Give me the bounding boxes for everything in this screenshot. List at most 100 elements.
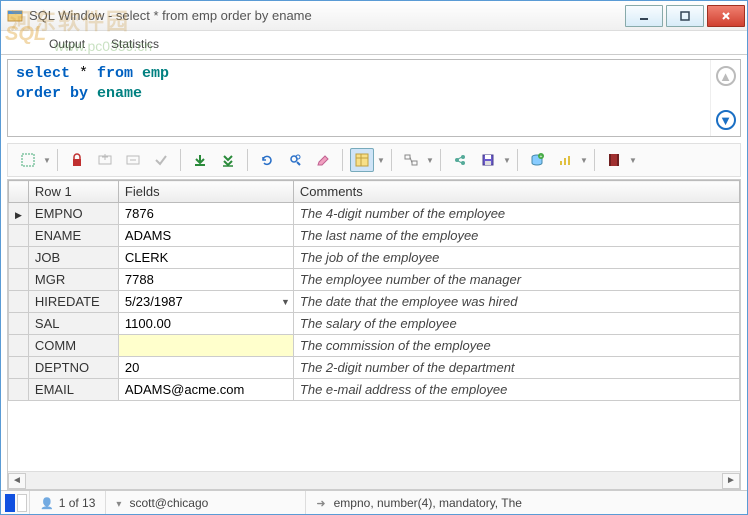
field-name-cell[interactable]: EMAIL — [28, 379, 118, 401]
export-icon[interactable] — [448, 148, 472, 172]
field-name-cell[interactable]: HIREDATE — [28, 291, 118, 313]
results-grid: Row 1 Fields Comments EMPNO7876The 4-dig… — [7, 179, 741, 490]
horizontal-scrollbar[interactable]: ◄ ► — [8, 471, 740, 489]
table-row[interactable]: JOBCLERKThe job of the employee — [9, 247, 740, 269]
field-name-cell[interactable]: EMPNO — [28, 203, 118, 225]
clear-icon[interactable] — [311, 148, 335, 172]
status-record-count: 1 of 13 — [30, 491, 106, 514]
row-marker[interactable] — [9, 225, 29, 247]
field-value-cell[interactable]: 5/23/1987▼ — [118, 291, 293, 313]
row-marker[interactable] — [9, 203, 29, 225]
field-name-cell[interactable]: COMM — [28, 335, 118, 357]
row-marker[interactable] — [9, 313, 29, 335]
status-column-info: empno, number(4), mandatory, The — [306, 491, 747, 514]
row-marker[interactable] — [9, 357, 29, 379]
refresh-icon[interactable] — [255, 148, 279, 172]
comment-cell: The job of the employee — [293, 247, 739, 269]
status-indicator-white — [17, 494, 27, 512]
comment-cell: The e-mail address of the employee — [293, 379, 739, 401]
select-icon[interactable] — [16, 148, 40, 172]
field-name-cell[interactable]: MGR — [28, 269, 118, 291]
results-toolbar: ▼ ▼ ▼ ▼ + ▼ ▼ — [7, 143, 741, 177]
maximize-button[interactable] — [666, 5, 704, 27]
arrow-icon — [316, 496, 328, 510]
table-row[interactable]: MGR7788The employee number of the manage… — [9, 269, 740, 291]
save-dropdown[interactable]: ▼ — [504, 156, 510, 165]
col-fields[interactable]: Fields — [118, 181, 293, 203]
minimize-button[interactable] — [625, 5, 663, 27]
scroll-right-icon[interactable]: ► — [722, 473, 740, 489]
row-marker[interactable] — [9, 379, 29, 401]
film-dropdown[interactable]: ▼ — [630, 156, 636, 165]
row-marker[interactable] — [9, 247, 29, 269]
col-marker[interactable] — [9, 181, 29, 203]
window-title: SQL Window - select * from emp order by … — [29, 8, 625, 23]
add-row-icon[interactable] — [93, 148, 117, 172]
comment-cell: The 2-digit number of the department — [293, 357, 739, 379]
find-icon[interactable] — [283, 148, 307, 172]
svg-text:+: + — [540, 154, 543, 160]
row-marker[interactable] — [9, 335, 29, 357]
scroll-up-button[interactable]: ▲ — [716, 66, 736, 86]
row-marker[interactable] — [9, 291, 29, 313]
comment-cell: The date that the employee was hired — [293, 291, 739, 313]
table-row[interactable]: HIREDATE5/23/1987▼The date that the empl… — [9, 291, 740, 313]
fetch-next-icon[interactable] — [188, 148, 212, 172]
field-value-cell[interactable]: 1100.00 — [118, 313, 293, 335]
field-value-cell[interactable]: 20 — [118, 357, 293, 379]
field-name-cell[interactable]: ENAME — [28, 225, 118, 247]
single-record-view-icon[interactable] — [350, 148, 374, 172]
person-icon — [40, 496, 54, 510]
field-value-cell[interactable]: CLERK — [118, 247, 293, 269]
field-name-cell[interactable]: SAL — [28, 313, 118, 335]
sql-window: SQL Window - select * from emp order by … — [0, 0, 748, 515]
status-indicator-blue — [5, 494, 15, 512]
select-dropdown[interactable]: ▼ — [44, 156, 50, 165]
comment-cell: The commission of the employee — [293, 335, 739, 357]
table-row[interactable]: SAL1100.00The salary of the employee — [9, 313, 740, 335]
scroll-left-icon[interactable]: ◄ — [8, 473, 26, 489]
commit-icon[interactable] — [149, 148, 173, 172]
chart-icon[interactable] — [553, 148, 577, 172]
delete-row-icon[interactable] — [121, 148, 145, 172]
sql-editor[interactable]: select * from emp order by ename ▲ ▼ — [7, 59, 741, 137]
titlebar: SQL Window - select * from emp order by … — [1, 1, 747, 31]
close-button[interactable] — [707, 5, 745, 27]
view-dropdown[interactable]: ▼ — [378, 156, 384, 165]
save-icon[interactable] — [476, 148, 500, 172]
scroll-down-button[interactable]: ▼ — [716, 110, 736, 130]
dropdown-icon — [116, 496, 124, 510]
linked-query-icon[interactable] — [399, 148, 423, 172]
lock-icon[interactable] — [65, 148, 89, 172]
comment-cell: The salary of the employee — [293, 313, 739, 335]
comment-cell: The last name of the employee — [293, 225, 739, 247]
field-value-cell[interactable]: 7876 — [118, 203, 293, 225]
comment-cell: The 4-digit number of the employee — [293, 203, 739, 225]
col-row[interactable]: Row 1 — [28, 181, 118, 203]
field-value-cell[interactable] — [118, 335, 293, 357]
film-icon[interactable] — [602, 148, 626, 172]
chart-dropdown[interactable]: ▼ — [581, 156, 587, 165]
date-dropdown-icon[interactable]: ▼ — [281, 297, 290, 307]
col-comments[interactable]: Comments — [293, 181, 739, 203]
tab-statistics[interactable]: Statistics — [103, 34, 167, 54]
field-name-cell[interactable]: JOB — [28, 247, 118, 269]
field-value-cell[interactable]: ADAMS@acme.com — [118, 379, 293, 401]
field-value-cell[interactable]: 7788 — [118, 269, 293, 291]
status-connection[interactable]: scott@chicago — [106, 491, 306, 514]
tab-output[interactable]: Output — [41, 34, 93, 54]
field-value-cell[interactable]: ADAMS — [118, 225, 293, 247]
db-add-icon[interactable]: + — [525, 148, 549, 172]
table-row[interactable]: COMM The commission of the employee — [9, 335, 740, 357]
row-marker[interactable] — [9, 269, 29, 291]
status-bar: 1 of 13 scott@chicago empno, number(4), … — [1, 490, 747, 514]
table-row[interactable]: ENAMEADAMSThe last name of the employee — [9, 225, 740, 247]
field-name-cell[interactable]: DEPTNO — [28, 357, 118, 379]
fetch-all-icon[interactable] — [216, 148, 240, 172]
comment-cell: The employee number of the manager — [293, 269, 739, 291]
linked-dropdown[interactable]: ▼ — [427, 156, 433, 165]
sql-text[interactable]: select * from emp order by ename — [8, 60, 710, 136]
table-row[interactable]: EMPNO7876The 4-digit number of the emplo… — [9, 203, 740, 225]
table-row[interactable]: DEPTNO20The 2-digit number of the depart… — [9, 357, 740, 379]
table-row[interactable]: EMAILADAMS@acme.comThe e-mail address of… — [9, 379, 740, 401]
